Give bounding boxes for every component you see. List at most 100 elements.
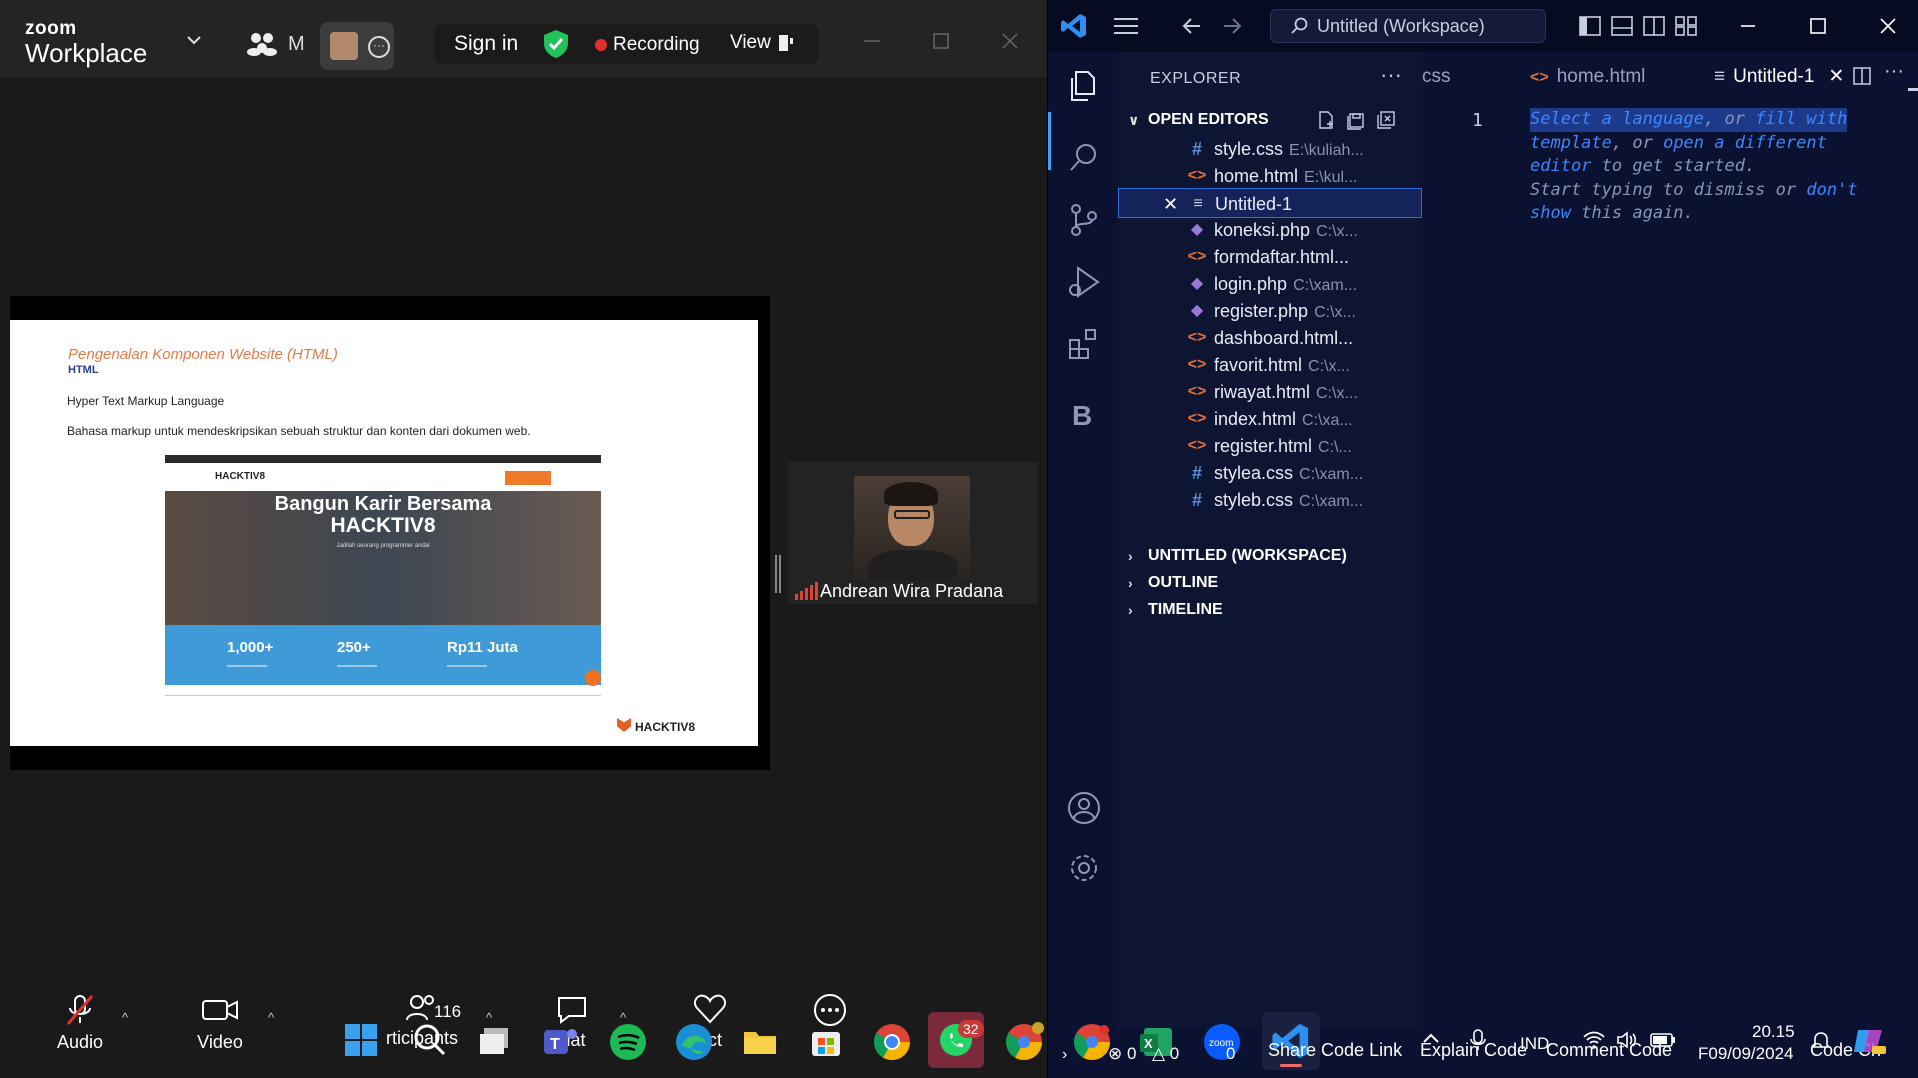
open-editor-item[interactable]: ◆ login.php C:\xam... bbox=[1118, 269, 1422, 299]
errors-indicator[interactable]: ⊗ 0 bbox=[1108, 1044, 1136, 1064]
explorer-icon[interactable] bbox=[1066, 68, 1102, 104]
customize-layout-icon[interactable] bbox=[1674, 14, 1698, 38]
close-editor-icon[interactable]: ✕ bbox=[1163, 189, 1178, 217]
volume-icon[interactable] bbox=[1616, 1030, 1640, 1050]
ports-indicator[interactable]: 0 bbox=[1226, 1044, 1235, 1064]
user-initial[interactable]: M bbox=[288, 33, 305, 56]
taskbar-search-icon[interactable] bbox=[410, 1020, 450, 1060]
audio-options-caret[interactable]: ^ bbox=[122, 1010, 128, 1025]
open-editor-item[interactable]: <> index.html C:\xa... bbox=[1118, 404, 1422, 434]
timeline-section-header[interactable]: › TIMELINE bbox=[1118, 596, 1422, 624]
chrome-icon[interactable] bbox=[872, 1022, 912, 1062]
tab-untitled-1[interactable]: ≡ Untitled-1 ✕ bbox=[1714, 52, 1844, 102]
close-tab-icon[interactable]: ✕ bbox=[1828, 66, 1844, 87]
dont-show-link-cont[interactable]: show bbox=[1530, 203, 1571, 223]
save-all-icon[interactable] bbox=[1346, 110, 1366, 130]
tab-css[interactable]: css bbox=[1422, 52, 1472, 102]
open-editor-item[interactable]: <> favorit.html C:\x... bbox=[1118, 350, 1422, 380]
clock-time[interactable]: 20.15 bbox=[1752, 1022, 1795, 1042]
gear-icon[interactable] bbox=[1066, 850, 1102, 886]
microsoft-store-icon[interactable] bbox=[806, 1022, 846, 1062]
toggle-sidebar-icon[interactable] bbox=[1578, 14, 1602, 38]
microphone-icon[interactable] bbox=[1468, 1028, 1488, 1052]
split-handle[interactable] bbox=[775, 555, 781, 593]
open-editor-item[interactable]: <> formdaftar.html... bbox=[1118, 242, 1422, 272]
audio-button[interactable]: Audio bbox=[50, 980, 110, 1053]
minimize-icon[interactable] bbox=[1738, 16, 1758, 36]
video-options-caret[interactable]: ^ bbox=[268, 1010, 274, 1025]
dont-show-link[interactable]: don't bbox=[1806, 180, 1857, 200]
close-icon[interactable] bbox=[1878, 16, 1898, 36]
teams-icon[interactable]: T bbox=[540, 1022, 580, 1062]
open-editor-item[interactable]: # style.css E:\kuliah... bbox=[1118, 134, 1422, 164]
minimize-icon[interactable] bbox=[861, 30, 883, 52]
source-control-icon[interactable] bbox=[1066, 202, 1102, 238]
open-editor-item[interactable]: <> riwayat.html C:\x... bbox=[1118, 377, 1422, 407]
toggle-panel-icon[interactable] bbox=[1610, 14, 1634, 38]
edge-icon[interactable] bbox=[674, 1022, 714, 1062]
back-arrow-icon[interactable] bbox=[1180, 14, 1204, 38]
notification-bell-icon[interactable] bbox=[1810, 1030, 1832, 1052]
self-view-thumbnail[interactable]: ··· bbox=[320, 22, 394, 70]
maximize-icon[interactable] bbox=[1808, 16, 1828, 36]
open-editor-item[interactable]: <> home.html E:\kul... bbox=[1118, 161, 1422, 191]
chrome-icon-2[interactable] bbox=[1072, 1022, 1112, 1062]
open-editor-item[interactable]: # stylea.css C:\xam... bbox=[1118, 458, 1422, 488]
remote-icon[interactable]: › bbox=[1062, 1046, 1067, 1064]
open-editor-item[interactable]: ◆ register.php C:\x... bbox=[1118, 296, 1422, 326]
clock-date[interactable]: F09/09/2024 bbox=[1698, 1044, 1793, 1064]
command-center-search[interactable]: Untitled (Workspace) bbox=[1270, 9, 1546, 43]
extensions-icon[interactable] bbox=[1066, 326, 1102, 362]
windows-start-icon[interactable] bbox=[343, 1022, 379, 1058]
view-layout-icon[interactable] bbox=[778, 34, 794, 52]
wifi-icon[interactable] bbox=[1582, 1030, 1606, 1050]
view-button[interactable]: View bbox=[730, 32, 771, 54]
open-editor-item[interactable]: ◆ koneksi.php C:\x... bbox=[1118, 215, 1422, 245]
tray-overflow-icon[interactable] bbox=[1420, 1028, 1442, 1050]
select-language-link[interactable]: Select a language bbox=[1530, 109, 1704, 129]
file-explorer-icon[interactable] bbox=[740, 1022, 780, 1062]
open-editor-item[interactable]: <> dashboard.html... bbox=[1118, 323, 1422, 353]
fill-template-link-cont[interactable]: template bbox=[1530, 133, 1612, 153]
fill-template-link[interactable]: fill with bbox=[1755, 109, 1847, 129]
run-debug-icon[interactable] bbox=[1066, 264, 1102, 300]
share-code-link[interactable]: Share Code Link bbox=[1268, 1040, 1402, 1061]
zoom-app-icon[interactable]: zoom bbox=[1202, 1022, 1242, 1062]
copilot-icon[interactable] bbox=[1852, 1026, 1886, 1056]
forward-arrow-icon[interactable] bbox=[1220, 14, 1244, 38]
open-editor-item[interactable]: # styleb.css C:\xam... bbox=[1118, 485, 1422, 515]
close-all-icon[interactable] bbox=[1376, 110, 1396, 130]
open-editor-link[interactable]: open a different bbox=[1663, 133, 1827, 153]
participant-tile[interactable]: Andrean Wira Pradana bbox=[788, 462, 1038, 604]
new-file-icon[interactable] bbox=[1316, 110, 1336, 130]
outline-section-header[interactable]: › OUTLINE bbox=[1118, 569, 1422, 597]
recording-label[interactable]: Recording bbox=[613, 34, 700, 56]
open-editor-item[interactable]: ✕ ≡ Untitled-1 bbox=[1118, 188, 1422, 218]
video-button[interactable]: Video bbox=[190, 980, 250, 1053]
chrome-profile-icon[interactable] bbox=[1004, 1022, 1044, 1062]
open-editor-item[interactable]: <> register.html C:\... bbox=[1118, 431, 1422, 461]
shield-check-icon[interactable] bbox=[543, 29, 569, 59]
search-icon[interactable] bbox=[1066, 140, 1102, 176]
input-language[interactable]: IND bbox=[1520, 1034, 1549, 1054]
warnings-indicator[interactable]: △ 0 bbox=[1152, 1044, 1179, 1064]
task-view-icon[interactable] bbox=[476, 1022, 516, 1062]
chevron-down-icon[interactable] bbox=[186, 32, 202, 48]
hamburger-menu-icon[interactable] bbox=[1114, 17, 1138, 35]
team-chat-icon[interactable] bbox=[246, 30, 278, 60]
editor-area[interactable]: 1 Select a language, or fill with templa… bbox=[1422, 88, 1918, 1028]
workspace-section-header[interactable]: › UNTITLED (WORKSPACE) bbox=[1118, 542, 1422, 570]
more-actions-icon[interactable]: ··· bbox=[1380, 62, 1402, 88]
toggle-secondary-sidebar-icon[interactable] bbox=[1642, 14, 1666, 38]
maximize-icon[interactable] bbox=[930, 30, 952, 52]
more-icon[interactable]: ··· bbox=[368, 36, 390, 58]
extension-b-icon[interactable]: B bbox=[1072, 400, 1092, 432]
open-editor-link-cont[interactable]: editor bbox=[1530, 156, 1591, 176]
split-editor-icon[interactable] bbox=[1852, 66, 1872, 86]
account-icon[interactable] bbox=[1066, 790, 1102, 826]
tab-home-html[interactable]: <> home.html bbox=[1530, 52, 1670, 102]
editor-more-icon[interactable]: ··· bbox=[1884, 60, 1904, 83]
close-icon[interactable] bbox=[999, 30, 1021, 52]
spotify-icon[interactable] bbox=[608, 1022, 648, 1062]
battery-icon[interactable] bbox=[1650, 1032, 1676, 1048]
